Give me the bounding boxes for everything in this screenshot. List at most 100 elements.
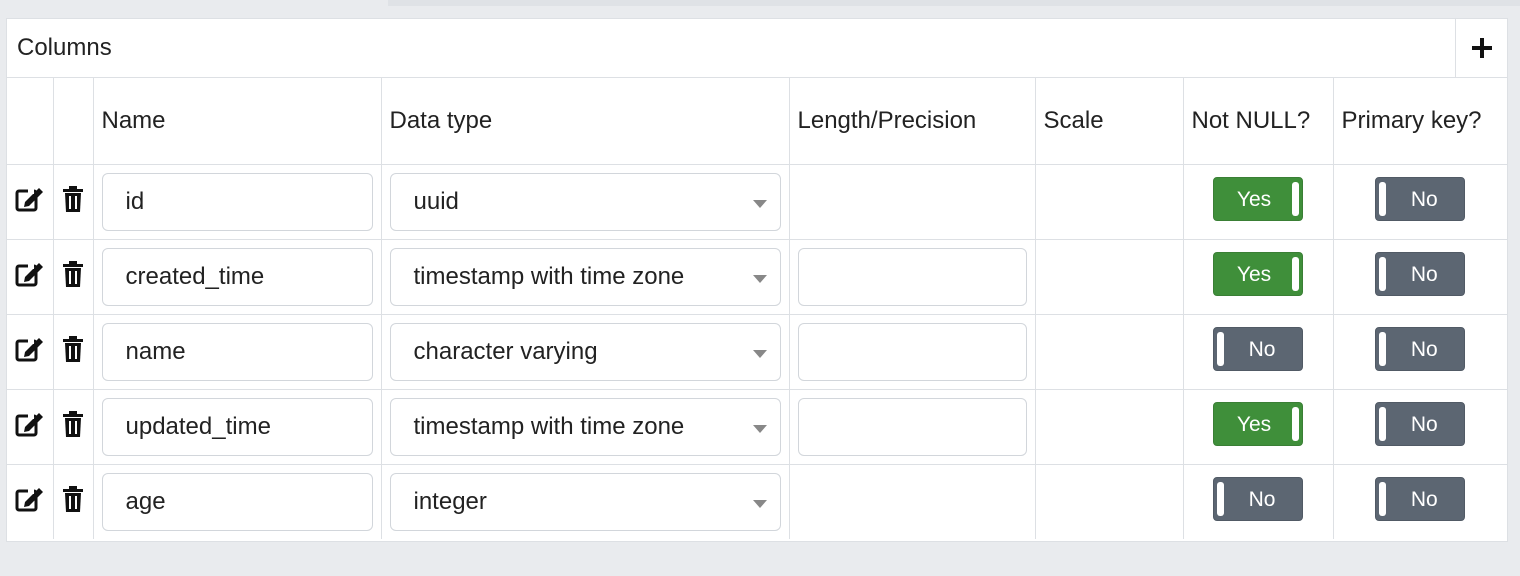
scale-cell: [1034, 238, 1184, 315]
not-null-cell: Yes: [1182, 163, 1334, 240]
column-name-input[interactable]: created_time: [101, 247, 373, 306]
length-cell: [788, 238, 1036, 315]
name-cell: created_time: [92, 238, 382, 315]
primary-key-toggle[interactable]: No: [1375, 326, 1466, 371]
delete-row-button[interactable]: [62, 185, 84, 213]
not-null-toggle-label: No: [1248, 487, 1276, 511]
scale-cell: [1034, 313, 1184, 390]
column-name-input[interactable]: id: [101, 172, 373, 231]
plus-icon: [1471, 38, 1492, 58]
delete-cell: [52, 463, 94, 539]
edit-cell: [7, 388, 54, 465]
primary-key-cell: No: [1332, 163, 1507, 240]
edit-row-button[interactable]: [15, 485, 45, 513]
data-type-value: timestamp with time zone: [413, 412, 685, 440]
data-type-select[interactable]: timestamp with time zone: [389, 397, 781, 456]
column-name-input[interactable]: age: [101, 472, 373, 531]
edit-row-button[interactable]: [15, 260, 45, 288]
name-cell: updated_time: [92, 388, 382, 465]
length-cell: [788, 163, 1036, 240]
edit-cell: [7, 463, 54, 539]
primary-key-toggle-label: No: [1410, 412, 1438, 436]
length-cell: [788, 463, 1036, 539]
chevron-down-icon: [752, 424, 767, 433]
delete-cell: [52, 238, 94, 315]
primary-key-toggle[interactable]: No: [1375, 251, 1466, 296]
chevron-down-icon: [752, 274, 767, 283]
primary-key-cell: No: [1332, 238, 1507, 315]
not-null-toggle[interactable]: Yes: [1213, 401, 1303, 446]
table-row: id uuid Yes No: [7, 163, 1507, 240]
not-null-toggle[interactable]: Yes: [1213, 251, 1303, 296]
data-type-value: integer: [413, 487, 487, 515]
not-null-toggle[interactable]: No: [1213, 326, 1303, 371]
data-type-cell: integer: [380, 463, 790, 539]
length-precision-input[interactable]: [797, 397, 1027, 456]
edit-icon: [15, 188, 43, 212]
primary-key-toggle[interactable]: No: [1375, 401, 1466, 446]
name-cell: age: [92, 463, 382, 539]
toggle-knob: [1292, 181, 1299, 216]
edit-cell: [7, 313, 54, 390]
length-precision-input[interactable]: [797, 247, 1027, 306]
not-null-toggle[interactable]: No: [1213, 476, 1303, 521]
header-edit: [7, 78, 54, 165]
table-row: name character varying No No: [7, 313, 1507, 390]
header-not-null: Not NULL?: [1182, 78, 1334, 165]
data-type-cell: timestamp with time zone: [380, 238, 790, 315]
toggle-knob: [1379, 331, 1387, 366]
primary-key-toggle-label: No: [1410, 337, 1438, 361]
not-null-toggle[interactable]: Yes: [1213, 176, 1303, 221]
delete-row-button[interactable]: [62, 410, 84, 438]
not-null-cell: Yes: [1182, 388, 1334, 465]
edit-icon: [15, 413, 43, 437]
not-null-cell: No: [1182, 463, 1334, 539]
data-type-cell: uuid: [380, 163, 790, 240]
delete-row-button[interactable]: [62, 485, 84, 513]
data-type-value: timestamp with time zone: [413, 262, 685, 290]
data-type-select[interactable]: timestamp with time zone: [389, 247, 781, 306]
chevron-down-icon: [752, 199, 767, 208]
not-null-toggle-label: Yes: [1236, 187, 1272, 211]
header-primary-key: Primary key?: [1332, 78, 1507, 165]
columns-panel: Columns Name Data type Length/Precision …: [6, 18, 1508, 542]
edit-row-button[interactable]: [15, 410, 45, 438]
header-row: Name Data type Length/Precision Scale No…: [7, 78, 1507, 165]
edit-cell: [7, 238, 54, 315]
data-type-select[interactable]: integer: [389, 472, 781, 531]
data-type-select[interactable]: uuid: [389, 172, 781, 231]
delete-row-button[interactable]: [62, 335, 84, 363]
edit-row-button[interactable]: [15, 335, 45, 363]
scale-cell: [1034, 463, 1184, 539]
primary-key-toggle[interactable]: No: [1375, 476, 1466, 521]
edit-row-button[interactable]: [15, 185, 45, 213]
edit-icon: [15, 338, 43, 362]
trash-icon: [63, 486, 83, 513]
toggle-knob: [1379, 406, 1387, 441]
data-type-cell: timestamp with time zone: [380, 388, 790, 465]
data-type-value: character varying: [413, 337, 598, 365]
toggle-knob: [1292, 406, 1299, 441]
not-null-cell: Yes: [1182, 238, 1334, 315]
length-precision-input[interactable]: [797, 322, 1027, 381]
delete-row-button[interactable]: [62, 260, 84, 288]
edit-icon: [15, 488, 43, 512]
columns-table: Name Data type Length/Precision Scale No…: [7, 78, 1507, 539]
not-null-cell: No: [1182, 313, 1334, 390]
name-cell: name: [92, 313, 382, 390]
columns-panel-header: Columns: [7, 19, 1507, 78]
primary-key-toggle-label: No: [1410, 187, 1438, 211]
add-column-button[interactable]: [1455, 19, 1507, 77]
primary-key-toggle-label: No: [1410, 487, 1438, 511]
primary-key-cell: No: [1332, 388, 1507, 465]
trash-icon: [63, 186, 83, 212]
length-cell: [788, 388, 1036, 465]
not-null-toggle-label: No: [1248, 337, 1276, 361]
trash-icon: [63, 336, 83, 362]
toggle-knob: [1379, 481, 1387, 516]
data-type-select[interactable]: character varying: [389, 322, 781, 381]
primary-key-toggle[interactable]: No: [1375, 176, 1466, 221]
column-name-input[interactable]: updated_time: [101, 397, 373, 456]
scale-cell: [1034, 388, 1184, 465]
column-name-input[interactable]: name: [101, 322, 373, 381]
